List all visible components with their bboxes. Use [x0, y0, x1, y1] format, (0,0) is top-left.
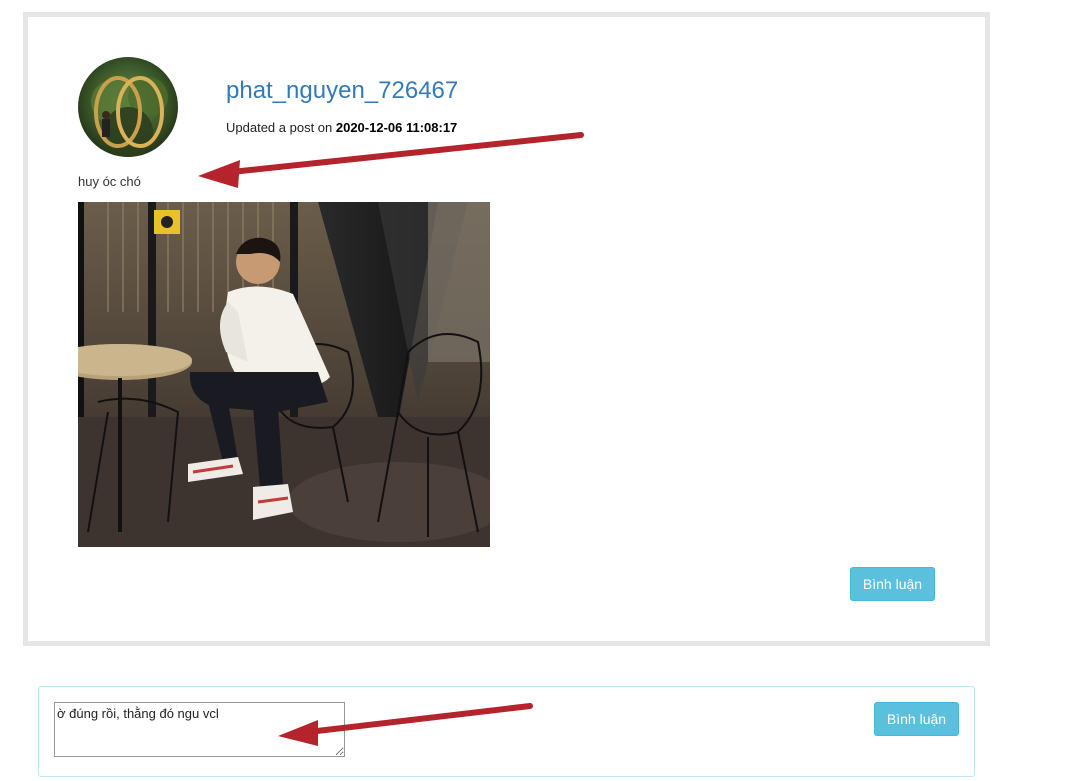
- submit-comment-button[interactable]: Bình luận: [874, 702, 959, 736]
- avatar-image: [78, 57, 178, 157]
- post-caption: huy óc chó: [78, 174, 141, 189]
- comment-input[interactable]: ờ đúng rồi, thằng đó ngu vcl: [54, 702, 345, 757]
- post-photo: [78, 202, 490, 547]
- post-photo-image: [78, 202, 490, 547]
- post-meta: Updated a post on 2020-12-06 11:08:17: [226, 120, 457, 135]
- post-timestamp: 2020-12-06 11:08:17: [335, 120, 458, 135]
- comment-button[interactable]: Bình luận: [850, 567, 935, 601]
- avatar[interactable]: [78, 57, 178, 157]
- comment-panel: ờ đúng rồi, thằng đó ngu vcl Bình luận: [38, 686, 975, 777]
- username-link[interactable]: phat_nguyen_726467: [226, 77, 458, 105]
- post-card: phat_nguyen_726467 Updated a post on 202…: [23, 12, 990, 646]
- meta-prefix: Updated a post on: [226, 120, 336, 135]
